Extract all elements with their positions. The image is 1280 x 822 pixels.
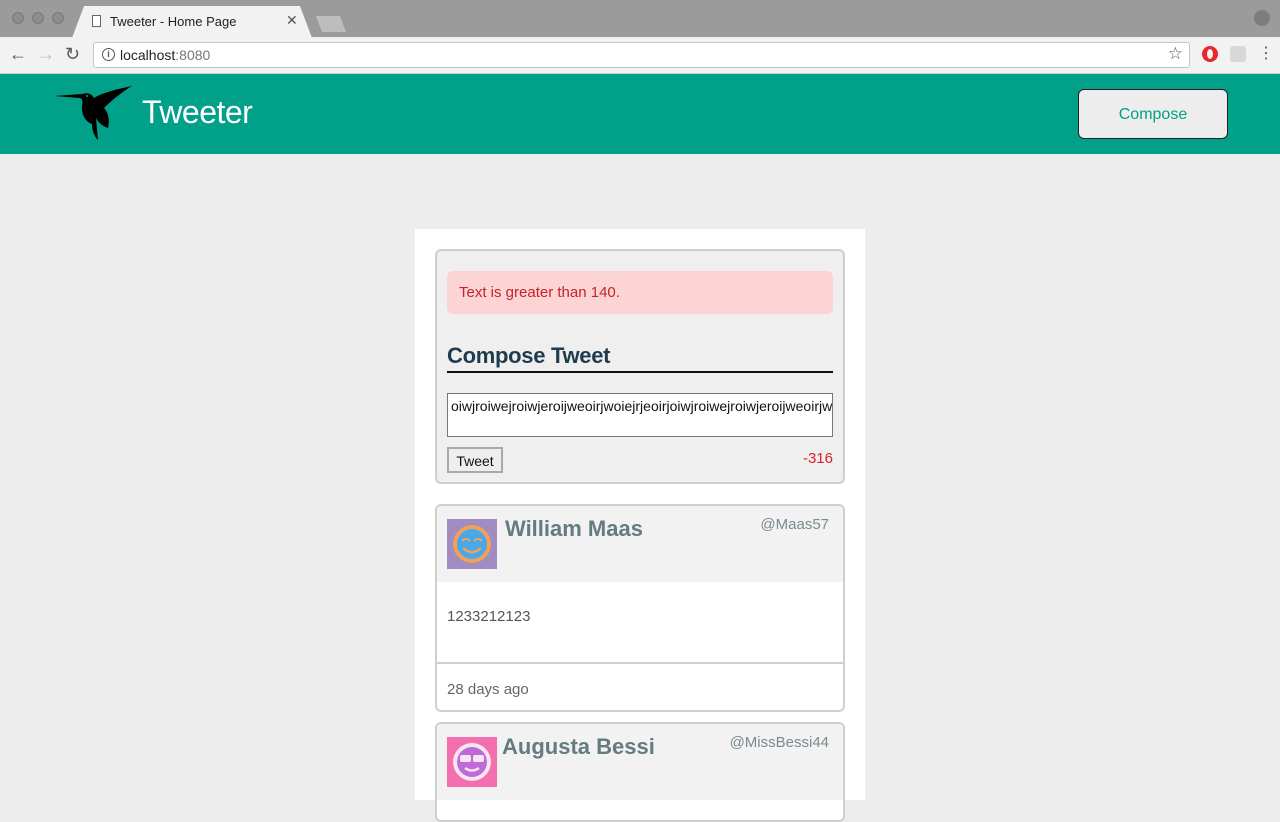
tweet-card: William Maas @Maas57 1233212123 28 days … [435, 504, 845, 712]
compose-button[interactable]: Compose [1078, 89, 1228, 139]
tweet-author-handle: @MissBessi44 [729, 734, 829, 751]
tab-title: Tweeter - Home Page [110, 14, 237, 29]
browser-tab[interactable]: Tweeter - Home Page ✕ [72, 6, 312, 38]
window-minimize-button[interactable] [32, 12, 44, 24]
tweet-textarea[interactable]: oiwjroiwejroiwjeroijweoirjwoiejrjeoirjoi… [447, 393, 833, 437]
app-title: Tweeter [142, 94, 253, 130]
new-tab-button[interactable] [316, 16, 346, 32]
extension-icon[interactable] [1230, 46, 1246, 62]
address-bar[interactable]: i localhost:8080 ☆ [93, 42, 1190, 68]
menu-kebab-icon[interactable]: ⋮ [1258, 44, 1274, 64]
tweet-header: Augusta Bessi @MissBessi44 [437, 724, 843, 800]
url-text: localhost:8080 [120, 47, 211, 63]
browser-toolbar: ← → ↻ i localhost:8080 ☆ ⋮ [0, 37, 1280, 74]
tweet-author-name: Augusta Bessi [502, 734, 655, 759]
avatar [447, 519, 497, 569]
window-zoom-button[interactable] [52, 12, 64, 24]
main-container: Text is greater than 140. Compose Tweet … [415, 229, 865, 822]
tweet-author-handle: @Maas57 [760, 516, 829, 533]
tweet-divider [437, 662, 843, 664]
bookmark-star-icon[interactable]: ☆ [1168, 44, 1183, 64]
profile-icon[interactable] [1254, 10, 1270, 26]
tweet-author-name: William Maas [505, 516, 643, 541]
tweet-submit-button[interactable]: Tweet [447, 447, 503, 473]
back-arrow-icon[interactable]: ← [9, 44, 27, 64]
close-tab-icon[interactable]: ✕ [286, 12, 298, 29]
tweet-timestamp: 28 days ago [447, 681, 529, 698]
info-icon[interactable]: i [102, 48, 115, 61]
tweet-card: Augusta Bessi @MissBessi44 [435, 722, 845, 822]
error-message: Text is greater than 140. [447, 271, 833, 314]
document-icon [92, 15, 101, 27]
character-counter: -316 [802, 450, 833, 467]
compose-tweet-section: Text is greater than 140. Compose Tweet … [435, 249, 845, 484]
browser-tab-bar: Tweeter - Home Page ✕ [0, 0, 1280, 38]
window-close-button[interactable] [12, 12, 24, 24]
forward-arrow-icon[interactable]: → [37, 44, 55, 64]
hummingbird-logo-icon [54, 86, 132, 140]
tweet-content: 1233212123 [447, 608, 531, 625]
avatar [447, 737, 497, 787]
app-header: Tweeter Compose [0, 74, 1280, 154]
tweet-header: William Maas @Maas57 [437, 506, 843, 582]
opera-extension-icon[interactable] [1202, 46, 1218, 62]
compose-heading: Compose Tweet [447, 343, 833, 373]
reload-icon[interactable]: ↻ [65, 44, 80, 64]
